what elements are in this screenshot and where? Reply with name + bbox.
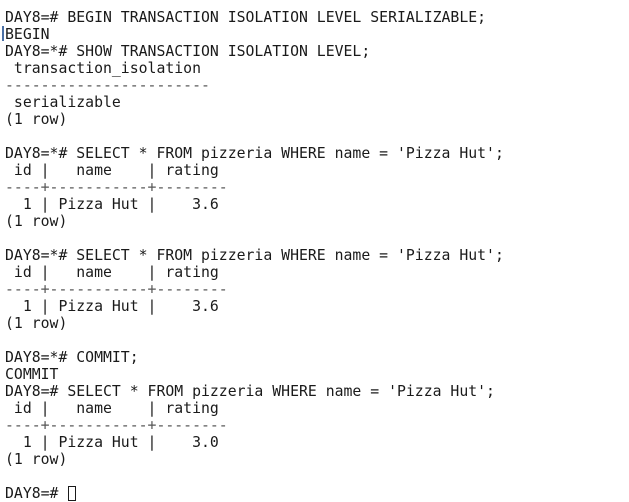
- terminal-line: transaction_isolation: [5, 60, 201, 77]
- text-cursor[interactable]: [68, 486, 77, 501]
- terminal-line: id | name | rating: [5, 400, 219, 417]
- terminal-line: DAY8=*# SHOW TRANSACTION ISOLATION LEVEL…: [5, 43, 371, 60]
- terminal-line: id | name | rating: [5, 162, 219, 179]
- terminal-window[interactable]: DAY8=# BEGIN TRANSACTION ISOLATION LEVEL…: [0, 0, 629, 502]
- terminal-line: COMMIT: [5, 366, 59, 383]
- terminal-line: (1 row): [5, 213, 68, 230]
- terminal-line: 1 | Pizza Hut | 3.6: [5, 196, 219, 213]
- terminal-line: 1 | Pizza Hut | 3.0: [5, 434, 219, 451]
- terminal-line: DAY8=# SELECT * FROM pizzeria WHERE name…: [5, 383, 495, 400]
- terminal-line: -----------------------: [5, 77, 210, 94]
- terminal-line: DAY8=# BEGIN TRANSACTION ISOLATION LEVEL…: [5, 9, 487, 26]
- terminal-line: ----+-----------+--------: [5, 179, 228, 196]
- terminal-line: ----+-----------+--------: [5, 417, 228, 434]
- terminal-line: (1 row): [5, 451, 68, 468]
- terminal-line: DAY8=*# SELECT * FROM pizzeria WHERE nam…: [5, 247, 504, 264]
- prompt-text: DAY8=#: [5, 485, 68, 502]
- terminal-line: ----+-----------+--------: [5, 281, 228, 298]
- terminal-line: DAY8=*# COMMIT;: [5, 349, 139, 366]
- terminal-line: id | name | rating: [5, 264, 219, 281]
- terminal-line: (1 row): [5, 111, 68, 128]
- terminal-line: serializable: [5, 94, 121, 111]
- terminal-line: (1 row): [5, 315, 68, 332]
- terminal-line: DAY8=*# SELECT * FROM pizzeria WHERE nam…: [5, 145, 504, 162]
- scroll-marker: [2, 26, 4, 41]
- prompt-line[interactable]: DAY8=#: [5, 485, 77, 502]
- terminal-line: 1 | Pizza Hut | 3.6: [5, 298, 219, 315]
- terminal-line: BEGIN: [5, 26, 50, 43]
